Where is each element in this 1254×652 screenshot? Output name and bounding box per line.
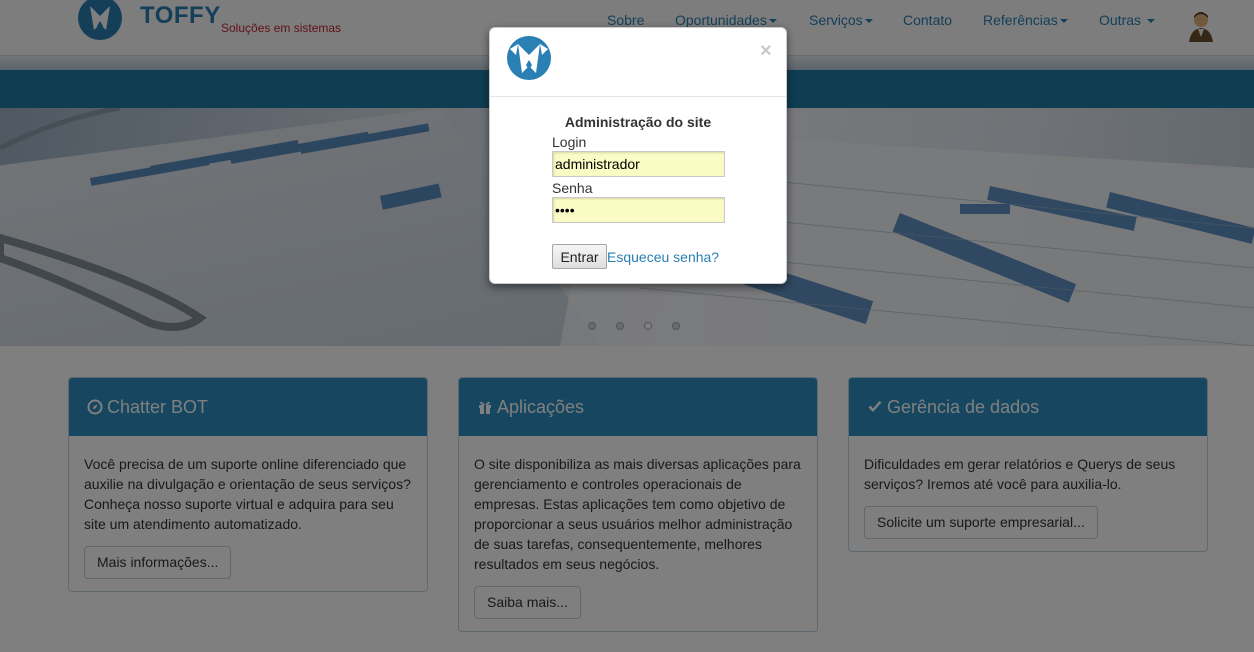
login-submit-button[interactable]: Entrar (552, 244, 607, 269)
modal-title: Administração do site (564, 114, 712, 130)
forgot-password-link[interactable]: Esqueceu senha? (607, 249, 719, 265)
close-icon[interactable]: × (760, 41, 772, 61)
login-modal: × Administração do site Login Senha Entr… (489, 27, 787, 284)
modal-header: × (490, 28, 786, 97)
password-input[interactable] (552, 197, 725, 223)
login-label: Login (552, 134, 587, 150)
password-label: Senha (552, 180, 593, 196)
login-input[interactable] (552, 151, 725, 177)
brand-logo-icon (507, 36, 551, 80)
